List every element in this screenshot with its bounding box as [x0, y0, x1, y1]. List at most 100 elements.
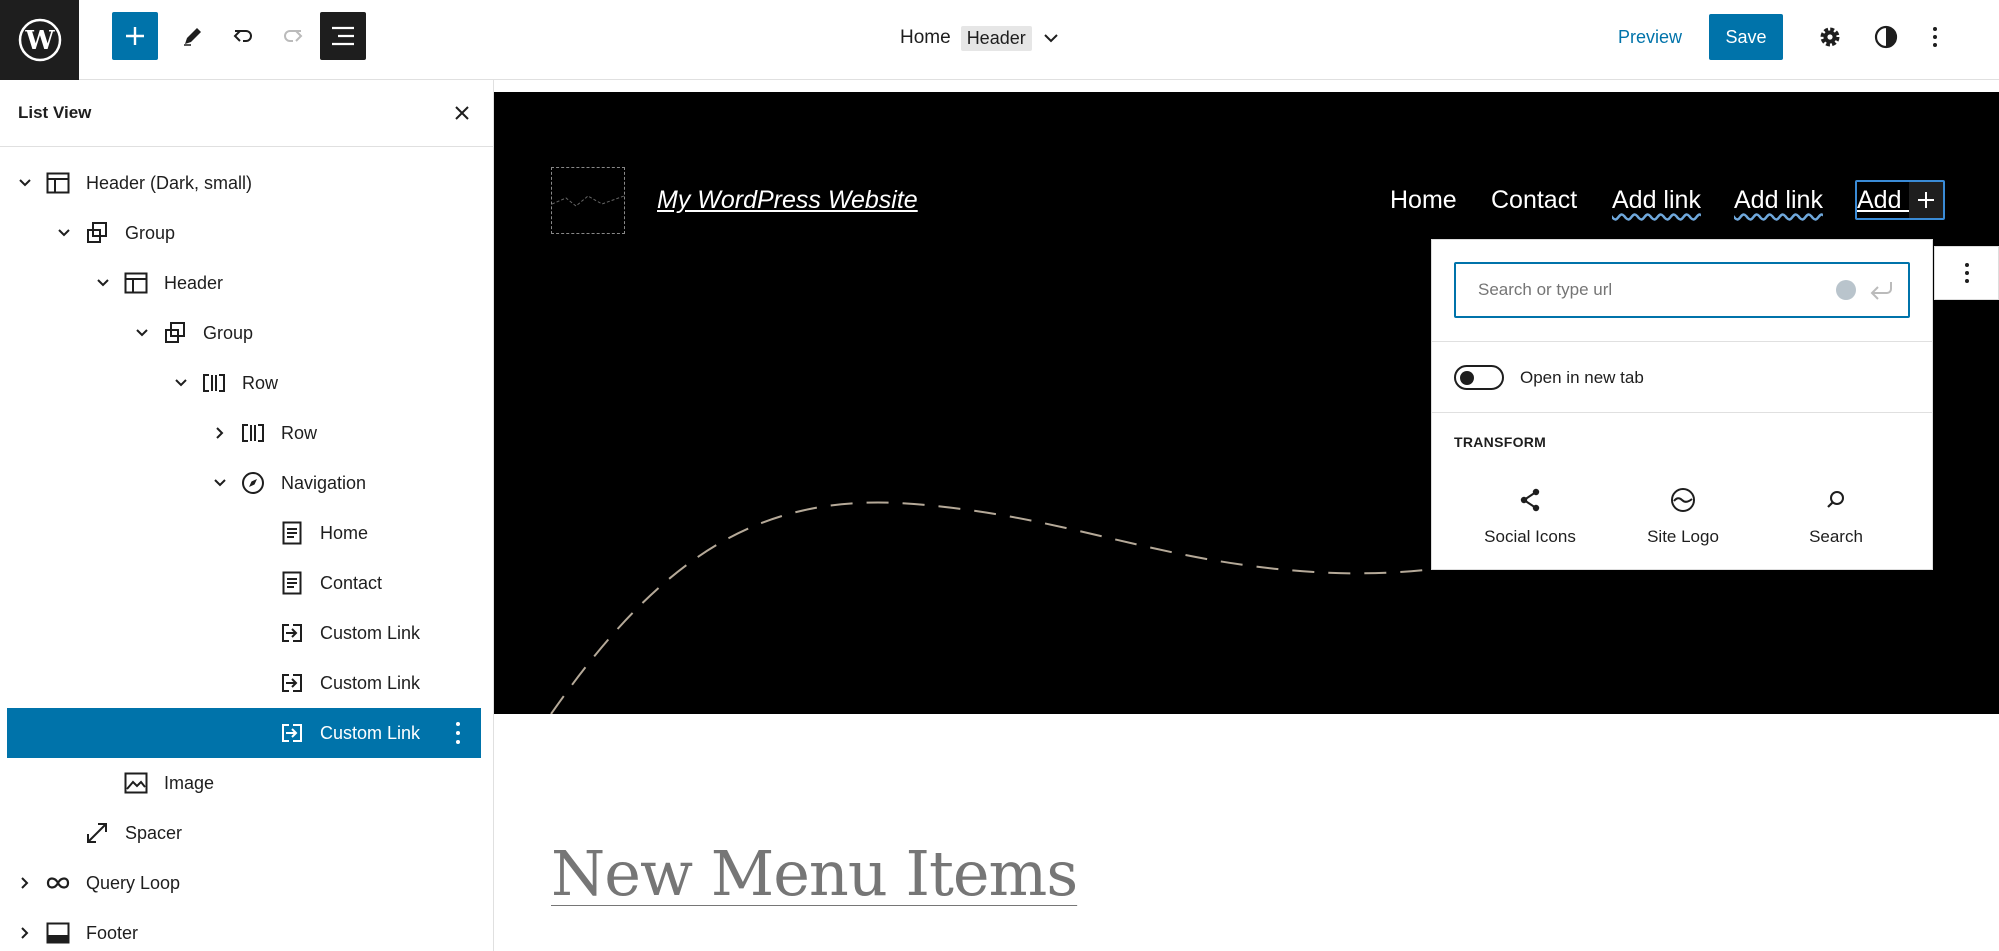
chevron-down-icon[interactable] — [133, 324, 151, 342]
image-icon — [123, 770, 149, 796]
list-view-toggle[interactable] — [320, 12, 366, 60]
list-view-item-custom-link[interactable]: Custom Link — [7, 608, 481, 658]
template-part-badge: Header — [960, 25, 1032, 51]
list-view-item-custom-link[interactable]: Custom Link — [7, 658, 481, 708]
link-control-popover: Open in new tab TRANSFORM Social Icons S… — [1431, 239, 1933, 570]
chevron-down-icon[interactable] — [1042, 32, 1060, 44]
chevron-right-icon[interactable] — [211, 424, 229, 442]
chevron-down-icon[interactable] — [16, 174, 34, 192]
share-icon — [1520, 488, 1540, 512]
undo-icon — [233, 30, 252, 42]
list-view-item-footer[interactable]: Footer — [7, 908, 481, 951]
transform-option-label: Social Icons — [1484, 527, 1576, 546]
list-view-item-spacer[interactable]: Spacer — [7, 808, 481, 858]
chevron-right-icon[interactable] — [16, 874, 34, 892]
preview-button[interactable]: Preview — [1610, 14, 1690, 60]
loop-icon — [45, 870, 71, 896]
block-inserter-button[interactable] — [112, 12, 158, 60]
list-view-item-label: Footer — [86, 922, 139, 943]
plus-icon — [1918, 192, 1934, 208]
add-submenu-button[interactable] — [1909, 182, 1943, 218]
list-view-item-label: Row — [281, 422, 318, 443]
list-view-item-home[interactable]: Home — [7, 508, 481, 558]
transform-site-logo-button[interactable]: Site Logo — [1608, 485, 1758, 547]
submit-link-button[interactable] — [1868, 278, 1896, 302]
open-in-new-tab-label: Open in new tab — [1520, 368, 1644, 387]
redo-button[interactable] — [270, 12, 316, 60]
transform-option-label: Site Logo — [1647, 527, 1719, 546]
undo-button[interactable] — [220, 12, 266, 60]
transform-option-label: Search — [1809, 527, 1863, 546]
chevron-down-icon[interactable] — [211, 474, 229, 492]
list-view-item-contact[interactable]: Contact — [7, 558, 481, 608]
close-list-view-button[interactable] — [449, 100, 475, 126]
more-vertical-icon — [1964, 263, 1969, 283]
wordpress-logo-icon: W — [18, 18, 61, 62]
site-title[interactable]: My WordPress Website — [657, 186, 918, 215]
transform-search-button[interactable]: Search — [1761, 485, 1911, 547]
block-options-button[interactable] — [1934, 246, 1999, 300]
row-icon — [201, 370, 227, 396]
chevron-down-icon[interactable] — [172, 374, 190, 392]
custom-link-icon — [279, 670, 305, 696]
template-part-icon — [123, 270, 149, 296]
site-logo-placeholder[interactable] — [551, 167, 625, 234]
settings-button[interactable] — [1810, 14, 1850, 60]
styles-button[interactable] — [1866, 14, 1906, 60]
list-view-item-group[interactable]: Group — [7, 208, 481, 258]
save-button[interactable]: Save — [1709, 14, 1783, 60]
list-view-item-custom-link[interactable]: Custom Link — [7, 708, 481, 758]
divider — [1432, 412, 1932, 413]
page-heading[interactable]: New Menu Items — [551, 837, 1078, 910]
list-view-icon — [332, 26, 354, 46]
list-view-item-label: Group — [125, 222, 176, 243]
list-view-item-navigation[interactable]: Navigation — [7, 458, 481, 508]
editor-header: W Home Header Preview Save — [0, 0, 1999, 80]
nav-item-add-link[interactable]: Add link — [1734, 186, 1823, 215]
list-view-item-image[interactable]: Image — [7, 758, 481, 808]
nav-item-contact[interactable]: Contact — [1491, 186, 1577, 215]
list-view-item-label: Navigation — [281, 472, 367, 493]
compass-icon — [240, 470, 266, 496]
link-search-input[interactable] — [1456, 264, 1826, 316]
nav-item-add-link[interactable]: Add link — [1612, 186, 1701, 215]
pencil-icon — [184, 28, 201, 46]
svg-text:W: W — [24, 26, 55, 56]
close-icon — [455, 106, 469, 120]
list-view-item-label: Custom Link — [320, 722, 421, 743]
chevron-down-icon[interactable] — [94, 274, 112, 292]
group-icon — [84, 220, 110, 246]
more-vertical-icon — [1933, 27, 1937, 47]
transform-heading: TRANSFORM — [1454, 434, 1547, 450]
list-view-item-group[interactable]: Group — [7, 308, 481, 358]
chevron-down-icon[interactable] — [55, 224, 73, 242]
list-view-item-label: Custom Link — [320, 622, 421, 643]
document-title[interactable]: Home Header — [900, 0, 1060, 76]
link-search-box[interactable] — [1454, 262, 1910, 318]
nav-item-active-link[interactable]: Add l — [1855, 180, 1945, 220]
chevron-right-icon[interactable] — [16, 924, 34, 942]
list-view-item-label: Contact — [320, 572, 383, 593]
list-view-item-header[interactable]: Header — [7, 258, 481, 308]
more-vertical-icon[interactable] — [453, 720, 463, 746]
resize-icon — [84, 820, 110, 846]
nav-item-active-label: Add l — [1857, 186, 1914, 214]
transform-social-icons-button[interactable]: Social Icons — [1455, 485, 1605, 547]
nav-item-home[interactable]: Home — [1390, 186, 1457, 215]
list-view-item-row[interactable]: Row — [7, 408, 481, 458]
list-view-item-row[interactable]: Row — [7, 358, 481, 408]
tools-button[interactable] — [170, 12, 216, 60]
options-menu-button[interactable] — [1915, 14, 1955, 60]
template-part-icon — [45, 170, 71, 196]
list-view-item-query-loop[interactable]: Query Loop — [7, 858, 481, 908]
search-icon — [1827, 491, 1844, 508]
group-icon — [162, 320, 188, 346]
open-in-new-tab-toggle[interactable] — [1454, 365, 1504, 390]
plus-icon — [126, 27, 144, 45]
list-view-header: List View — [0, 80, 493, 147]
page-icon — [279, 570, 305, 596]
wordpress-logo-button[interactable]: W — [0, 0, 79, 80]
list-view-item-label: Header (Dark, small) — [86, 172, 253, 193]
list-view-item-label: Row — [242, 372, 279, 393]
list-view-item-header-dark-small[interactable]: Header (Dark, small) — [7, 158, 481, 208]
